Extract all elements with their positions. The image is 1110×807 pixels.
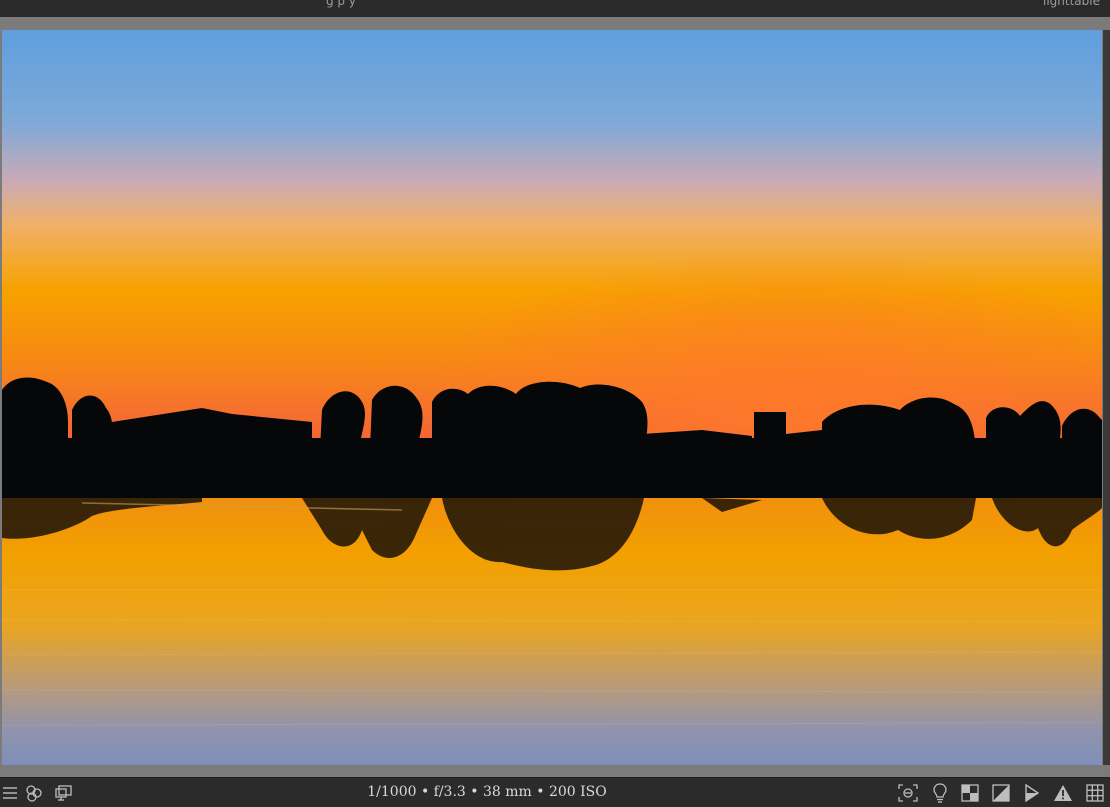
- header-title-text: g p y: [326, 0, 356, 8]
- contrast-icon[interactable]: [991, 783, 1011, 803]
- exif-info: 1/1000 • f/3.3 • 38 mm • 200 ISO: [367, 784, 607, 800]
- darkroom-window: g p y lighttable 1/1000 • f/3.3 • 38 mm …: [0, 0, 1110, 807]
- warning-icon[interactable]: [1053, 783, 1073, 803]
- focus-peaking-icon[interactable]: [898, 783, 918, 803]
- bottom-toolbar: 1/1000 • f/3.3 • 38 mm • 200 ISO: [0, 777, 1110, 807]
- right-panel-edge: [1103, 30, 1110, 765]
- top-header-bar: g p y lighttable: [0, 0, 1110, 17]
- checkerboard-icon[interactable]: [960, 783, 980, 803]
- guide-triangle-icon[interactable]: [1022, 783, 1042, 803]
- grid-icon[interactable]: [1085, 783, 1105, 803]
- photo-preview[interactable]: [2, 30, 1102, 765]
- view-label[interactable]: lighttable: [1043, 0, 1100, 8]
- image-viewer: [0, 17, 1110, 777]
- bulb-icon[interactable]: [930, 783, 950, 803]
- photo-canvas: [2, 30, 1102, 765]
